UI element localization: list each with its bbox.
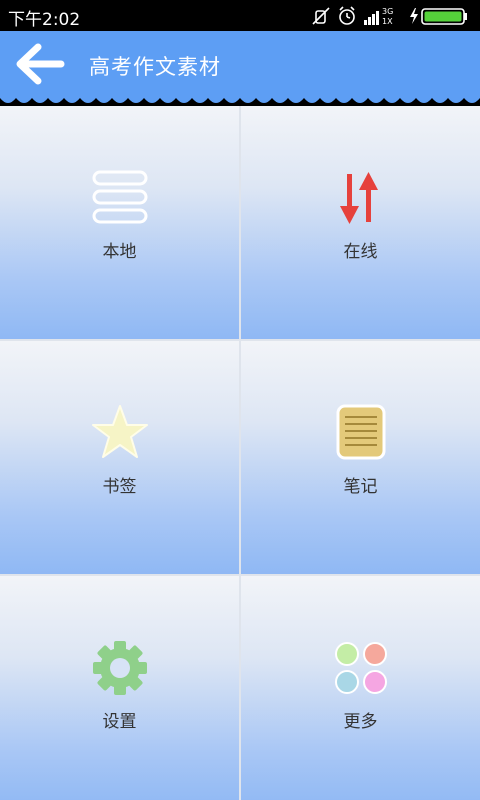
- status-time: 下午2:02: [8, 10, 81, 30]
- network-type: 3G: [382, 7, 393, 16]
- charging-icon: [410, 8, 418, 24]
- menu-item-settings[interactable]: 设置: [0, 576, 239, 800]
- list-icon: [92, 170, 147, 224]
- menu-grid: 本地 在线 书签 笔记 设置 更多: [0, 106, 480, 800]
- app-title: 高考作文素材: [89, 55, 221, 79]
- menu-item-more-label: 更多: [343, 712, 378, 732]
- four-dots-icon: [334, 642, 387, 694]
- mute-icon: [312, 7, 330, 25]
- status-icons: 3G 1X: [312, 5, 472, 27]
- app-bar: 高考作文素材: [0, 31, 480, 97]
- menu-item-settings-label: 设置: [102, 712, 137, 732]
- alarm-icon: [339, 6, 355, 25]
- status-bar: 下午2:02 3G 1X: [0, 0, 480, 31]
- menu-item-local[interactable]: 本地: [0, 106, 239, 339]
- menu-item-bookmark[interactable]: 书签: [0, 341, 239, 574]
- menu-item-bookmark-label: 书签: [102, 477, 137, 497]
- menu-item-notes[interactable]: 笔记: [241, 341, 480, 574]
- back-button[interactable]: [14, 41, 68, 87]
- notepad-icon: [336, 404, 385, 460]
- menu-item-online[interactable]: 在线: [241, 106, 480, 339]
- menu-item-local-label: 本地: [102, 242, 137, 262]
- star-icon: [91, 405, 148, 458]
- up-down-arrows-icon: [339, 172, 378, 224]
- gear-icon: [92, 641, 147, 695]
- menu-item-more[interactable]: 更多: [241, 576, 480, 800]
- signal-icon: [364, 11, 379, 25]
- menu-item-notes-label: 笔记: [343, 477, 378, 497]
- battery-icon: [421, 8, 467, 25]
- menu-item-online-label: 在线: [343, 242, 378, 262]
- arrow-left-icon: [16, 43, 65, 85]
- network-type-2: 1X: [382, 17, 393, 26]
